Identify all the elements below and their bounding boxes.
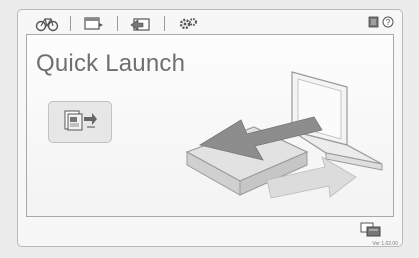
app-window: ? Quick Launch Ver 1.02.00	[17, 9, 403, 247]
document-transfer-icon	[62, 107, 98, 138]
help-icon[interactable]: ?	[382, 15, 394, 33]
tab-separator	[164, 16, 165, 31]
tab-separator	[70, 16, 71, 31]
screens-icon[interactable]	[360, 222, 382, 243]
quick-launch-button[interactable]	[48, 101, 112, 143]
main-panel: Quick Launch	[26, 34, 394, 217]
external-drive-to-laptop-icon	[142, 57, 387, 216]
tab-separator	[117, 16, 118, 31]
manual-icon[interactable]	[368, 15, 379, 33]
version-label: Ver 1.02.00	[372, 241, 398, 247]
gears-icon[interactable]	[173, 15, 203, 33]
bike-icon[interactable]	[32, 15, 62, 33]
toolbar-right: ?	[368, 15, 394, 33]
help-glyph: ?	[386, 18, 391, 27]
toolbar: ?	[18, 10, 402, 34]
export-icon[interactable]	[126, 15, 156, 33]
window-screen-icon[interactable]	[79, 15, 109, 33]
